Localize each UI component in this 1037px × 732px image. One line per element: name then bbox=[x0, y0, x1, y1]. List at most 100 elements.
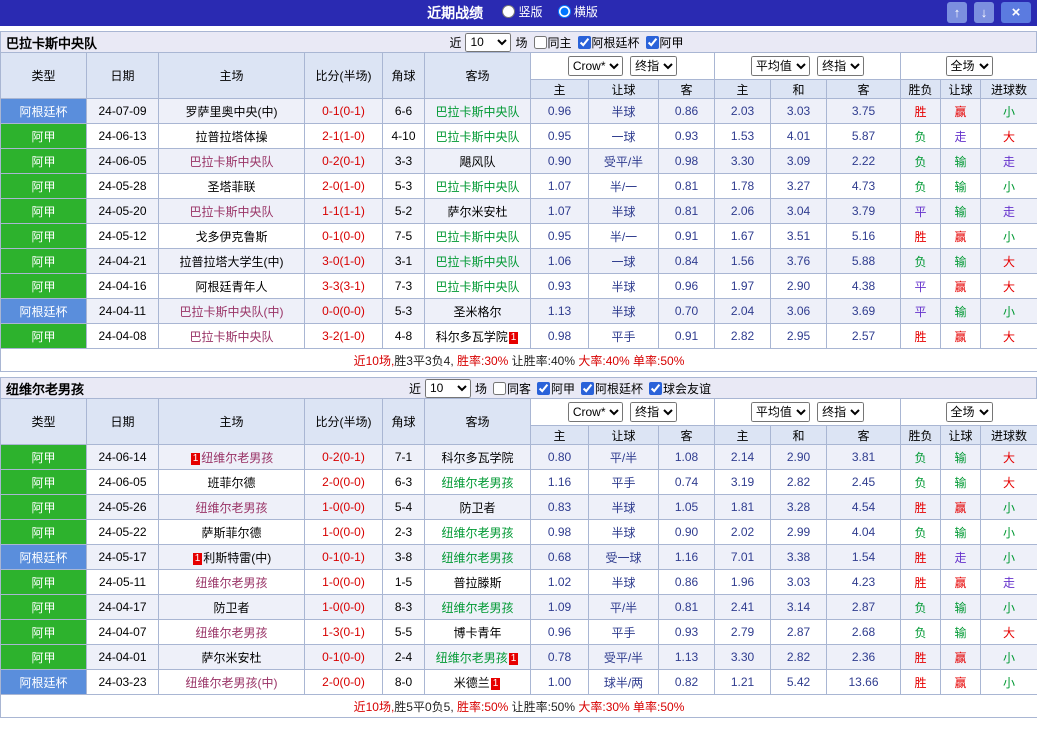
team-name-link[interactable]: 拉普拉塔体操 bbox=[195, 130, 267, 144]
team-name-link[interactable]: 纽维尔老男孩 bbox=[441, 601, 513, 615]
team-name-link[interactable]: 巴拉卡斯中央队 bbox=[435, 130, 519, 144]
team-name-link[interactable]: 拉普拉塔大学生(中) bbox=[180, 255, 284, 269]
league-filter-label: 阿根廷杯 bbox=[591, 35, 640, 50]
score-cell[interactable]: 3-0(1-0) bbox=[304, 248, 383, 274]
score-cell[interactable]: 1-0(0-0) bbox=[304, 569, 383, 595]
odds-time-select[interactable]: 终指 bbox=[630, 56, 678, 76]
score-cell[interactable]: 1-0(0-0) bbox=[304, 594, 383, 620]
score-cell[interactable]: 0-1(0-1) bbox=[304, 544, 383, 570]
team-name-link[interactable]: 纽维尔老男孩 bbox=[195, 501, 267, 515]
team-name-link[interactable]: 圣米格尔 bbox=[453, 305, 501, 319]
team-name-link[interactable]: 巴拉卡斯中央队 bbox=[189, 205, 273, 219]
league-filter-input[interactable] bbox=[537, 381, 550, 395]
fullmatch-select[interactable]: 全场 bbox=[945, 56, 993, 76]
average-select[interactable]: 平均值 bbox=[750, 402, 810, 422]
team-name-link[interactable]: 米德兰 bbox=[454, 676, 490, 690]
same-venue-checkbox[interactable]: 同客 bbox=[489, 380, 531, 397]
score-cell[interactable]: 0-2(0-1) bbox=[304, 444, 383, 470]
league-filter-checkbox[interactable]: 球会友谊 bbox=[645, 380, 711, 397]
team-name-link[interactable]: 巴拉卡斯中央队 bbox=[435, 105, 519, 119]
team-name-link[interactable]: 防卫者 bbox=[459, 501, 495, 515]
team-name-link[interactable]: 巴拉卡斯中央队 bbox=[435, 255, 519, 269]
odds-company-select[interactable]: Crow* bbox=[567, 56, 623, 76]
league-filter-checkbox[interactable]: 阿根廷杯 bbox=[577, 380, 643, 397]
league-filter-input[interactable] bbox=[649, 381, 663, 395]
team-name-link[interactable]: 纽维尔老男孩 bbox=[201, 451, 273, 465]
score-cell[interactable]: 2-1(1-0) bbox=[304, 123, 383, 149]
team-name-link[interactable]: 纽维尔老男孩 bbox=[436, 651, 508, 665]
odds-time-select[interactable]: 终指 bbox=[630, 402, 678, 422]
team-name-link[interactable]: 圣塔菲联 bbox=[207, 180, 255, 194]
team-name-link[interactable]: 科尔多瓦学院 bbox=[441, 451, 513, 465]
team-name-link[interactable]: 巴拉卡斯中央队 bbox=[435, 280, 519, 294]
average-select[interactable]: 平均值 bbox=[750, 56, 810, 76]
same-venue-input[interactable] bbox=[533, 35, 547, 49]
score-cell[interactable]: 3-2(1-0) bbox=[304, 323, 383, 349]
score-cell[interactable]: 2-0(0-0) bbox=[304, 469, 383, 495]
score-cell[interactable]: 3-3(3-1) bbox=[304, 273, 383, 299]
close-button[interactable]: × bbox=[1001, 2, 1031, 23]
team-name-link[interactable]: 巴拉卡斯中央队 bbox=[189, 330, 273, 344]
odds-cell: 1.54 bbox=[825, 544, 902, 570]
odds-company-select[interactable]: Crow* bbox=[567, 402, 623, 422]
average-time-select[interactable]: 终指 bbox=[817, 56, 865, 76]
team-name-link[interactable]: 萨斯菲尔德 bbox=[201, 526, 261, 540]
scroll-down-button[interactable]: ↓ bbox=[974, 2, 994, 23]
league-filter-input[interactable] bbox=[581, 381, 595, 395]
same-venue-checkbox[interactable]: 同主 bbox=[530, 34, 572, 51]
team-name-link[interactable]: 巴拉卡斯中央队 bbox=[189, 155, 273, 169]
match-count-select[interactable]: 10 bbox=[465, 32, 512, 52]
team-name-link[interactable]: 戈多伊克鲁斯 bbox=[195, 230, 267, 244]
team-name-link[interactable]: 纽维尔老男孩 bbox=[441, 526, 513, 540]
result-handicap-cell: 输 bbox=[940, 248, 982, 274]
league-filter-input[interactable] bbox=[577, 35, 591, 49]
team-name-link[interactable]: 纽维尔老男孩 bbox=[195, 576, 267, 590]
team-name-link[interactable]: 纽维尔老男孩 bbox=[441, 476, 513, 490]
league-filter-checkbox[interactable]: 阿甲 bbox=[533, 380, 575, 397]
fullmatch-select[interactable]: 全场 bbox=[945, 402, 993, 422]
team-name-link[interactable]: 阿根廷青年人 bbox=[195, 280, 267, 294]
team-name-link[interactable]: 科尔多瓦学院 bbox=[436, 330, 508, 344]
team-name-link[interactable]: 班菲尔德 bbox=[207, 476, 255, 490]
score-cell[interactable]: 2-0(1-0) bbox=[304, 173, 383, 199]
same-venue-input[interactable] bbox=[492, 381, 506, 395]
score-cell[interactable]: 1-0(0-0) bbox=[304, 494, 383, 520]
team-name-link[interactable]: 萨尔米安杜 bbox=[447, 205, 507, 219]
sub-away-euro-header: 客 bbox=[825, 79, 902, 99]
score-cell[interactable]: 0-1(0-0) bbox=[304, 644, 383, 670]
team-name-link[interactable]: 巴拉卡斯中央队 bbox=[435, 230, 519, 244]
score-cell[interactable]: 2-0(0-0) bbox=[304, 669, 383, 695]
radio-landscape[interactable]: 横版 bbox=[557, 3, 598, 20]
radio-portrait-input[interactable] bbox=[502, 5, 516, 18]
league-filter-checkbox[interactable]: 阿甲 bbox=[642, 34, 684, 51]
team-name-link[interactable]: 纽维尔老男孩 bbox=[441, 551, 513, 565]
team-name-link[interactable]: 巴拉卡斯中央队(中) bbox=[180, 305, 284, 319]
team-name-link[interactable]: 博卡青年 bbox=[453, 626, 501, 640]
score-cell[interactable]: 1-1(1-1) bbox=[304, 198, 383, 224]
radio-portrait[interactable]: 竖版 bbox=[502, 3, 543, 20]
score-cell[interactable]: 0-1(0-0) bbox=[304, 223, 383, 249]
team-name-link[interactable]: 普拉滕斯 bbox=[453, 576, 501, 590]
team-name-link[interactable]: 巴拉卡斯中央队 bbox=[435, 180, 519, 194]
team-name-link[interactable]: 萨尔米安杜 bbox=[201, 651, 261, 665]
league-filter-input[interactable] bbox=[645, 35, 659, 49]
corner-cell: 1-5 bbox=[382, 569, 425, 595]
team-name-link[interactable]: 罗萨里奥中央(中) bbox=[186, 105, 278, 119]
team-name-link[interactable]: 飓风队 bbox=[459, 155, 495, 169]
score-cell[interactable]: 0-0(0-0) bbox=[304, 298, 383, 324]
radio-landscape-input[interactable] bbox=[557, 5, 571, 18]
score-cell[interactable]: 0-1(0-1) bbox=[304, 98, 383, 124]
team-name-link[interactable]: 纽维尔老男孩(中) bbox=[186, 676, 278, 690]
summary-segment: 单率:50% bbox=[629, 699, 685, 714]
score-cell[interactable]: 0-2(0-1) bbox=[304, 148, 383, 174]
match-count-select[interactable]: 10 bbox=[424, 378, 471, 398]
team-name-link[interactable]: 利斯特雷(中) bbox=[203, 551, 271, 565]
score-cell[interactable]: 1-0(0-0) bbox=[304, 519, 383, 545]
score-cell[interactable]: 1-3(0-1) bbox=[304, 619, 383, 645]
scroll-up-button[interactable]: ↑ bbox=[947, 2, 967, 23]
league-filter-checkbox[interactable]: 阿根廷杯 bbox=[574, 34, 640, 51]
average-time-select[interactable]: 终指 bbox=[817, 402, 865, 422]
odds-cell: 2.79 bbox=[714, 619, 771, 645]
team-name-link[interactable]: 防卫者 bbox=[213, 601, 249, 615]
team-name-link[interactable]: 纽维尔老男孩 bbox=[195, 626, 267, 640]
